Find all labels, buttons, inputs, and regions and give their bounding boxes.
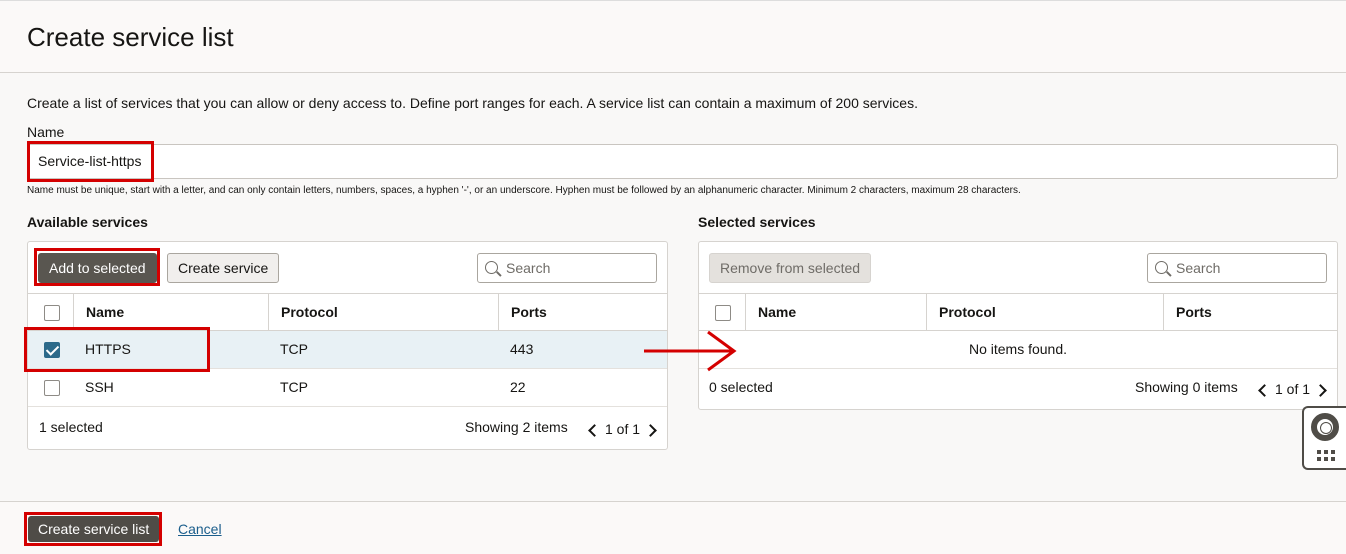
name-input[interactable]: Service-list-https (27, 144, 1338, 179)
column-header-protocol[interactable]: Protocol (926, 294, 1164, 331)
chevron-right-icon[interactable] (1314, 384, 1327, 397)
available-search-input[interactable]: Search (477, 253, 657, 283)
select-all-checkbox[interactable] (44, 305, 60, 321)
form-content: Create a list of services that you can a… (0, 73, 1346, 501)
select-all-checkbox[interactable] (715, 305, 731, 321)
annotation-box-https-row (24, 327, 210, 372)
search-placeholder: Search (506, 260, 551, 276)
page-footer: Create service list Cancel (0, 501, 1346, 554)
selected-selected-count: 0 selected (709, 379, 773, 395)
name-label: Name (27, 124, 65, 140)
available-table-header: Name Protocol Ports (28, 293, 667, 331)
column-header-name[interactable]: Name (73, 294, 270, 331)
annotation-box-add-button (34, 248, 160, 286)
page-frame: Create service list Create a list of ser… (0, 0, 1346, 554)
selected-showing-count: Showing 0 items (1135, 379, 1238, 395)
service-protocol: TCP (280, 379, 308, 395)
chevron-left-icon[interactable] (588, 424, 601, 437)
remove-from-selected-button[interactable]: Remove from selected (709, 253, 872, 283)
search-placeholder: Search (1176, 260, 1221, 276)
available-page-indicator: 1 of 1 (605, 421, 641, 437)
chevron-left-icon[interactable] (1258, 384, 1271, 397)
column-header-ports[interactable]: Ports (498, 294, 667, 331)
service-ports: 22 (510, 379, 526, 395)
service-name: SSH (85, 379, 114, 395)
chevron-right-icon[interactable] (644, 424, 657, 437)
page-header: Create service list (0, 2, 1346, 73)
row-checkbox[interactable] (44, 380, 60, 396)
selected-page-indicator: 1 of 1 (1275, 381, 1311, 397)
search-icon (1155, 261, 1168, 274)
create-service-button[interactable]: Create service (167, 253, 280, 283)
apps-grid-icon[interactable] (1317, 450, 1337, 464)
available-selected-count: 1 selected (39, 419, 103, 435)
column-header-protocol[interactable]: Protocol (268, 294, 499, 331)
help-widget[interactable] (1302, 406, 1346, 470)
column-header-ports[interactable]: Ports (1163, 294, 1337, 331)
table-row[interactable]: SSH TCP 22 (28, 369, 667, 407)
form-description: Create a list of services that you can a… (27, 95, 918, 111)
service-ports: 443 (510, 341, 534, 357)
annotation-box-create-button (24, 512, 162, 546)
available-showing-count: Showing 2 items (465, 419, 568, 435)
lifebuoy-icon[interactable] (1311, 413, 1339, 441)
selected-services-title: Selected services (698, 214, 816, 230)
empty-message: No items found. (968, 341, 1068, 357)
selected-table-header: Name Protocol Ports (699, 293, 1337, 331)
service-protocol: TCP (280, 341, 308, 357)
empty-row: No items found. (699, 331, 1337, 369)
selected-services-panel: Remove from selected Search Name Protoco… (698, 241, 1338, 410)
search-icon (485, 261, 498, 274)
annotation-box-name (27, 141, 154, 182)
name-hint: Name must be unique, start with a letter… (27, 185, 1021, 196)
column-header-name[interactable]: Name (745, 294, 927, 331)
selected-search-input[interactable]: Search (1147, 253, 1327, 283)
page-title: Create service list (27, 22, 234, 52)
arrow-annotation (644, 330, 737, 372)
cancel-link[interactable]: Cancel (178, 521, 222, 537)
available-services-title: Available services (27, 214, 148, 230)
